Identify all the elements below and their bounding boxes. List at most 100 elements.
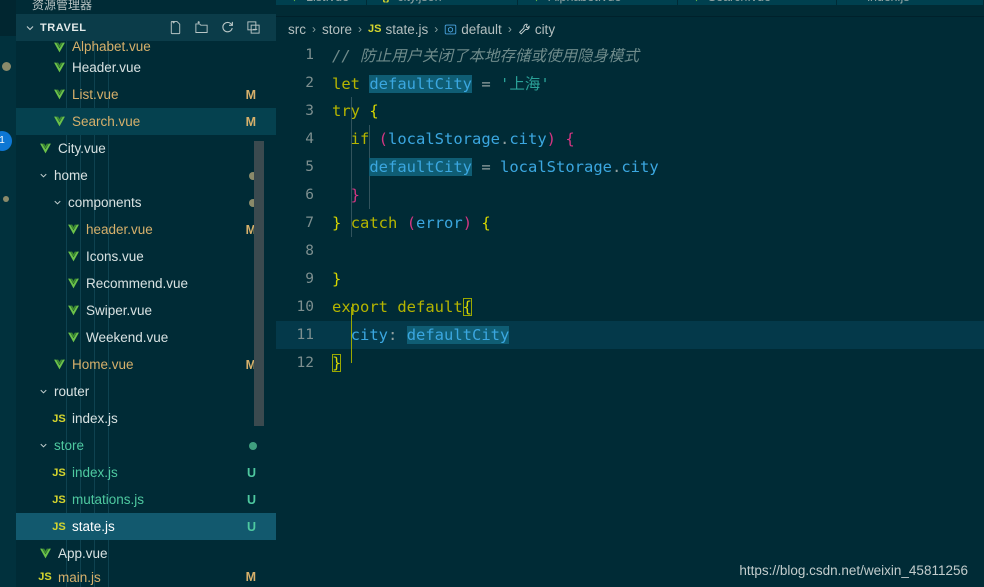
- editor-tab-bar[interactable]: List.vue {} city.json Alphabet.vue Search.vu…: [276, 0, 984, 17]
- breadcrumb[interactable]: src › store › JS state.js › default › city: [276, 17, 984, 41]
- vue-icon: [50, 115, 68, 128]
- tree-file-Search-vue[interactable]: Search.vue M: [16, 108, 276, 135]
- line-content: city: defaultCity: [332, 326, 510, 344]
- code-token: =: [481, 75, 491, 93]
- new-folder-icon[interactable]: [192, 19, 210, 37]
- tree-item-label: state.js: [72, 519, 115, 534]
- breadcrumb-separator: ›: [358, 22, 363, 36]
- tree-file-Icons-vue[interactable]: Icons.vue: [16, 243, 276, 270]
- tree-folder-store[interactable]: store: [16, 432, 276, 459]
- chevron-down-icon[interactable]: [36, 170, 50, 181]
- tree-file-index-js[interactable]: JS index.js: [16, 405, 276, 432]
- editor-tab-List-vue[interactable]: List.vue: [276, 0, 368, 5]
- editor-tab-Search-vue[interactable]: Search.vue: [677, 0, 838, 5]
- tree-item-label: City.vue: [58, 141, 106, 156]
- tree-file-Swiper-vue[interactable]: Swiper.vue: [16, 297, 276, 324]
- chevron-down-icon[interactable]: [50, 197, 64, 208]
- line-content: }: [332, 270, 341, 288]
- line-content: } catch (error) {: [332, 214, 491, 232]
- explorer-section-title: TRAVEL: [40, 21, 87, 34]
- code-line-12[interactable]: 12}: [276, 349, 984, 377]
- code-token: default: [397, 298, 463, 316]
- code-token: (: [406, 214, 417, 232]
- breadcrumb-label: default: [461, 21, 502, 37]
- collapse-all-icon[interactable]: [244, 19, 262, 37]
- line-number: 3: [305, 103, 314, 119]
- tree-file-Recommend-vue[interactable]: Recommend.vue: [16, 270, 276, 297]
- breadcrumb-item-src[interactable]: src: [287, 22, 307, 37]
- code-token: {: [369, 102, 379, 120]
- file-tree[interactable]: Alphabet.vue Header.vue List.vue M Search.vu…: [16, 41, 276, 587]
- code-line-7[interactable]: 7} catch (error) {: [276, 209, 984, 237]
- js-icon: JS: [38, 571, 52, 583]
- code-line-6[interactable]: 6 }: [276, 181, 984, 209]
- code-token: }: [350, 186, 361, 204]
- tree-folder-components[interactable]: components: [16, 189, 276, 216]
- tree-file-List-vue[interactable]: List.vue M: [16, 81, 276, 108]
- code-token: .: [500, 130, 510, 148]
- tree-file-state-js[interactable]: JS state.js U: [16, 513, 276, 540]
- tree-file-Header-vue[interactable]: Header.vue: [16, 54, 276, 81]
- new-file-icon[interactable]: [166, 19, 184, 37]
- tree-file-City-vue[interactable]: City.vue: [16, 135, 276, 162]
- code-line-9[interactable]: 9}: [276, 265, 984, 293]
- breadcrumb-item-city[interactable]: city: [517, 22, 556, 37]
- tree-item-label: Home.vue: [72, 357, 134, 372]
- line-content: let defaultCity = '上海': [332, 72, 550, 94]
- vue-icon: [64, 250, 82, 263]
- code-line-10[interactable]: 10 export default{: [276, 293, 984, 321]
- line-number: 4: [305, 131, 314, 147]
- code-token: catch: [350, 214, 407, 232]
- tree-file-main-js[interactable]: JS main.js M: [16, 567, 276, 587]
- tree-folder-home[interactable]: home: [16, 162, 276, 189]
- code-token: {: [481, 214, 491, 232]
- module-icon: [444, 23, 457, 36]
- line-content: }: [332, 354, 342, 372]
- code-token: localStorage: [388, 130, 500, 148]
- breadcrumb-item-state-js[interactable]: JS state.js: [367, 22, 429, 37]
- code-token: '上海': [500, 75, 550, 93]
- code-line-3[interactable]: 3 try {: [276, 97, 984, 125]
- tree-folder-router[interactable]: router: [16, 378, 276, 405]
- tree-file-index-js[interactable]: JS index.js U: [16, 459, 276, 486]
- git-status-badge: U: [246, 519, 256, 534]
- tree-file-Weekend-vue[interactable]: Weekend.vue: [16, 324, 276, 351]
- editor-tab-Alphabet-vue[interactable]: Alphabet.vue: [518, 0, 678, 5]
- tree-item-label: index.js: [72, 465, 118, 480]
- line-number: 10: [296, 299, 314, 315]
- tree-file-Home-vue[interactable]: Home.vue M: [16, 351, 276, 378]
- explorer-section-header-travel[interactable]: TRAVEL: [16, 14, 276, 41]
- tree-file-Alphabet-vue[interactable]: Alphabet.vue: [16, 41, 276, 54]
- tree-file-App-vue[interactable]: App.vue: [16, 540, 276, 567]
- chevron-down-icon[interactable]: [36, 386, 50, 397]
- code-line-5[interactable]: 5 defaultCity = localStorage.city: [276, 153, 984, 181]
- refresh-icon[interactable]: [218, 19, 236, 37]
- code-line-2[interactable]: 2 let defaultCity = '上海': [276, 69, 984, 97]
- git-status-badge: U: [246, 465, 256, 480]
- tree-item-label: mutations.js: [72, 492, 145, 507]
- code-token: }: [332, 270, 342, 288]
- sidebar-scrollbar[interactable]: [254, 141, 264, 426]
- chevron-down-icon[interactable]: [36, 440, 50, 451]
- breadcrumb-item-default[interactable]: default: [443, 22, 503, 37]
- code-editor[interactable]: 1 // 防止用户关闭了本地存储或使用隐身模式 2 let defaultCity =…: [276, 41, 984, 587]
- code-line-1[interactable]: 1 // 防止用户关闭了本地存储或使用隐身模式: [276, 41, 984, 69]
- code-token: // 防止用户关闭了本地存储或使用隐身模式: [332, 47, 639, 65]
- activity-bar-badge[interactable]: 1: [0, 131, 12, 151]
- code-token: city: [621, 158, 659, 176]
- tree-file-header-vue[interactable]: header.vue M: [16, 216, 276, 243]
- editor-tab-index-js[interactable]: JS index.js: [837, 0, 984, 5]
- breadcrumb-item-store[interactable]: store: [321, 22, 353, 37]
- code-token: error: [416, 214, 463, 232]
- tree-file-mutations-js[interactable]: JS mutations.js U: [16, 486, 276, 513]
- code-line-4[interactable]: 4 if (localStorage.city) {: [276, 125, 984, 153]
- editor-tab-city-json[interactable]: {} city.json: [367, 0, 519, 5]
- code-line-8[interactable]: 8: [276, 237, 984, 265]
- code-token: export: [332, 298, 398, 316]
- tree-item-label: router: [54, 384, 90, 399]
- code-line-11[interactable]: 11 city: defaultCity: [276, 321, 984, 349]
